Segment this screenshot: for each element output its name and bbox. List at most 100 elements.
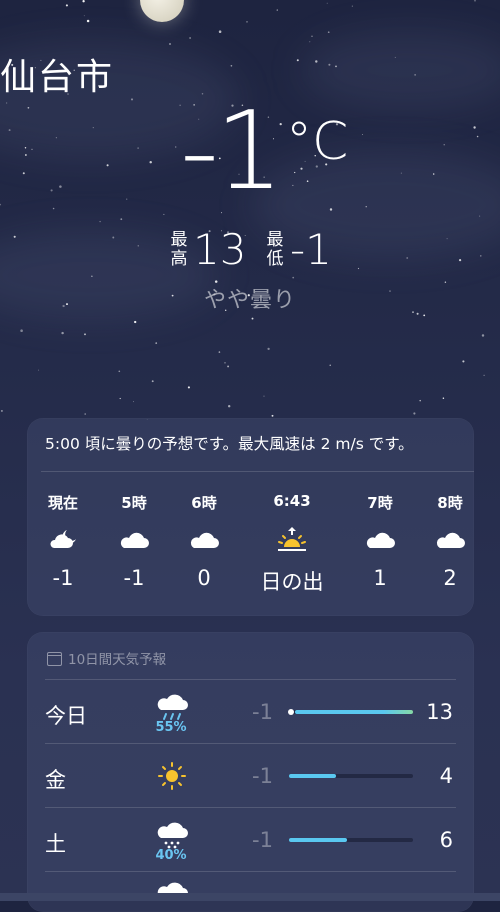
calendar-icon <box>47 652 62 666</box>
temp-range-bar <box>289 774 413 778</box>
low-temp: -1 <box>252 828 273 852</box>
hour-time: 8時 <box>437 494 463 512</box>
day-label: 土 <box>45 832 66 856</box>
star <box>483 374 485 376</box>
low-temperature: -1 <box>290 225 332 274</box>
star <box>120 218 123 221</box>
temp-range-fill <box>295 710 413 714</box>
cloud-moon-icon <box>50 530 76 548</box>
high-low: 最高 13 最低 -1 <box>0 226 500 276</box>
star <box>443 144 445 146</box>
star <box>329 364 331 366</box>
star <box>476 135 479 138</box>
hourly-forecast-card[interactable]: 5:00 頃に曇りの予想です。最大風速は 2 m/s です。 現在 -1 5時 … <box>27 418 474 616</box>
temperature-unit: °C <box>286 112 349 172</box>
divider <box>45 871 456 872</box>
high-temp: 6 <box>439 828 453 852</box>
star <box>462 360 465 363</box>
day-row[interactable]: 金 -1 4 <box>27 744 474 808</box>
star <box>52 207 55 210</box>
cloud-snow-icon <box>157 822 188 849</box>
star <box>82 0 85 3</box>
star <box>311 35 313 38</box>
star <box>50 189 53 192</box>
star <box>84 413 86 415</box>
star <box>224 362 226 364</box>
precip-chance: 40% <box>155 848 187 863</box>
high-temp: 4 <box>439 764 453 788</box>
star <box>419 399 421 402</box>
cloud-icon <box>190 532 219 548</box>
star <box>263 395 265 397</box>
star <box>292 276 295 279</box>
temp-range-bar <box>288 709 413 715</box>
star <box>267 347 270 351</box>
star <box>99 220 101 223</box>
bottom-edge <box>0 893 500 901</box>
moon-icon <box>140 0 184 22</box>
hour-value: -1 <box>123 566 145 590</box>
condition-text: やや曇り <box>203 288 296 313</box>
star <box>118 370 121 373</box>
forecast-summary: 5:00 頃に曇りの予想です。最大風速は 2 m/s です。 <box>45 435 414 453</box>
star <box>423 314 426 317</box>
star <box>326 2 328 4</box>
star <box>473 126 476 129</box>
star <box>361 133 363 135</box>
cloud-icon <box>436 532 465 548</box>
star <box>84 333 86 336</box>
hour-time: 現在 <box>47 494 78 512</box>
star <box>38 369 40 371</box>
high-temperature: 13 <box>193 225 247 274</box>
current-temp-dot <box>288 709 294 715</box>
high-temp: 13 <box>426 700 453 724</box>
hour-time: 5時 <box>121 494 147 512</box>
sun-icon <box>158 762 186 790</box>
star <box>83 15 85 17</box>
precip-chance: 55% <box>155 720 187 735</box>
hour-value: -1 <box>52 566 74 590</box>
star <box>271 414 274 417</box>
star <box>119 397 121 400</box>
star <box>218 30 222 33</box>
section-header: 10日間天気予報 <box>47 648 166 668</box>
star <box>151 380 154 383</box>
day-row[interactable]: 土 40% -1 6 <box>27 808 474 872</box>
hour-time: 7時 <box>367 494 393 512</box>
low-temp: -1 <box>252 764 273 788</box>
star <box>168 42 172 46</box>
star <box>187 386 190 389</box>
section-header-label: 10日間天気予報 <box>68 652 167 668</box>
star <box>228 405 231 408</box>
star <box>189 37 191 39</box>
star <box>59 185 62 188</box>
star <box>65 4 68 7</box>
star <box>442 397 445 399</box>
star <box>22 172 25 175</box>
star <box>227 365 230 368</box>
temp-range-bar <box>289 838 413 842</box>
day-label: 今日 <box>45 704 87 728</box>
cloud-icon <box>366 532 395 548</box>
hour-time: 6時 <box>191 494 217 512</box>
star <box>132 401 134 403</box>
cloud-rain-icon <box>157 694 188 720</box>
temp-range-fill <box>289 774 336 778</box>
day-row-today[interactable]: 今日 55% -1 13 <box>27 680 474 744</box>
hour-time: 6:43 <box>273 492 311 510</box>
hour-value: 2 <box>443 566 457 590</box>
ten-day-forecast-card[interactable]: 10日間天気予報 今日 55% -1 13 金 -1 4 土 40% -1 6 <box>27 632 474 912</box>
low-temp: -1 <box>252 700 273 724</box>
star <box>126 198 128 200</box>
star <box>246 21 248 23</box>
star <box>0 409 3 412</box>
star <box>309 41 311 43</box>
star <box>163 213 165 215</box>
current-temperature: -1 <box>180 89 284 214</box>
day-label: 金 <box>45 768 66 792</box>
high-label: 最高 <box>170 230 188 269</box>
star <box>474 0 476 2</box>
low-label: 最低 <box>266 230 284 269</box>
star <box>106 164 109 167</box>
star <box>155 342 158 344</box>
